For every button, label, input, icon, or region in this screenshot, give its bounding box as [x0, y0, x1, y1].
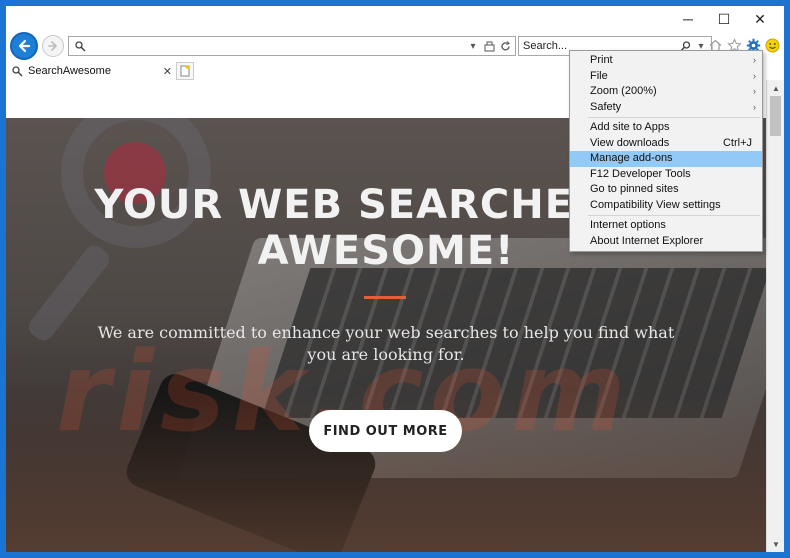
menu-item-about-internet-explorer[interactable]: About Internet Explorer [570, 234, 762, 250]
refresh-icon[interactable] [498, 39, 512, 53]
tab-title: SearchAwesome [28, 65, 111, 77]
submenu-arrow-icon: › [753, 70, 756, 81]
forward-button[interactable] [42, 35, 64, 57]
maximize-button[interactable]: ☐ [706, 8, 742, 30]
menu-item-label: File [590, 69, 608, 82]
menu-item-label: Compatibility View settings [590, 198, 721, 211]
address-bar: ▾ [68, 36, 516, 56]
minimize-button[interactable]: ─ [670, 8, 706, 30]
menu-item-internet-options[interactable]: Internet options [570, 218, 762, 234]
menu-item-label: Add site to Apps [590, 121, 670, 133]
page-search-icon [72, 38, 88, 54]
browser-content: ─ ☐ ✕ ▾ Search... ▾ SearchAwesome ✕ risk… [6, 6, 784, 552]
vertical-scrollbar[interactable]: ▲ ▼ [766, 80, 784, 552]
menu-item-label: Go to pinned sites [590, 183, 679, 195]
menu-item-label: View downloads [590, 136, 670, 149]
tab-close-icon[interactable]: ✕ [163, 65, 172, 78]
submenu-arrow-icon: › [753, 101, 756, 112]
menu-item-f12-developer-tools[interactable]: F12 Developer Tools [570, 167, 762, 183]
menu-item-add-site-to-apps[interactable]: Add site to Apps [570, 120, 762, 136]
menu-item-label: About Internet Explorer [590, 234, 704, 247]
back-button[interactable] [10, 32, 38, 60]
feedback-smiley-icon[interactable] [764, 37, 780, 53]
address-input[interactable] [88, 38, 466, 54]
menu-item-safety[interactable]: Safety › [570, 100, 762, 116]
menu-item-label: Zoom (200%) [590, 85, 657, 97]
menu-item-zoom[interactable]: Zoom (200%) › [570, 84, 762, 100]
scroll-down-icon[interactable]: ▼ [767, 536, 784, 552]
close-window-button[interactable]: ✕ [742, 8, 778, 30]
tab-searchawesome[interactable]: SearchAwesome ✕ [10, 62, 176, 80]
new-tab-button[interactable] [176, 62, 194, 80]
hero-subtitle: We are committed to enhance your web sea… [97, 323, 675, 364]
browser-window: ─ ☐ ✕ ▾ Search... ▾ SearchAwesome ✕ risk… [0, 0, 790, 558]
menu-item-view-downloads[interactable]: View downloads Ctrl+J [570, 136, 762, 152]
menu-item-label: Print [590, 54, 613, 66]
tab-search-icon [10, 65, 24, 77]
forward-arrow-icon [48, 41, 58, 51]
menu-item-file[interactable]: File › [570, 69, 762, 85]
menu-item-label: Internet options [590, 219, 666, 231]
scroll-thumb[interactable] [770, 96, 781, 136]
compatibility-icon[interactable] [482, 39, 496, 53]
window-controls: ─ ☐ ✕ [670, 8, 778, 32]
menu-item-print[interactable]: Print › [570, 53, 762, 69]
address-dropdown-icon[interactable]: ▾ [466, 39, 480, 53]
menu-item-go-to-pinned-sites[interactable]: Go to pinned sites [570, 182, 762, 198]
menu-separator [588, 117, 760, 118]
scroll-up-icon[interactable]: ▲ [767, 80, 784, 96]
menu-item-manage-add-ons[interactable]: Manage add-ons [570, 151, 762, 167]
menu-item-compatibility-view-settings[interactable]: Compatibility View settings [570, 198, 762, 214]
menu-separator [588, 215, 760, 216]
find-out-more-button[interactable]: FIND OUT MORE [309, 410, 462, 452]
submenu-arrow-icon: › [753, 55, 756, 65]
menu-item-label: Safety [590, 100, 622, 113]
hero-divider [364, 296, 406, 299]
menu-item-label: F12 Developer Tools [590, 167, 691, 180]
tools-menu: Print › File › Zoom (200%) › Safety › Ad… [569, 50, 763, 252]
new-tab-icon [180, 65, 190, 77]
submenu-arrow-icon: › [753, 86, 756, 96]
menu-item-shortcut: Ctrl+J [722, 136, 752, 149]
menu-item-label: Manage add-ons [590, 152, 673, 164]
back-arrow-icon [18, 39, 31, 53]
